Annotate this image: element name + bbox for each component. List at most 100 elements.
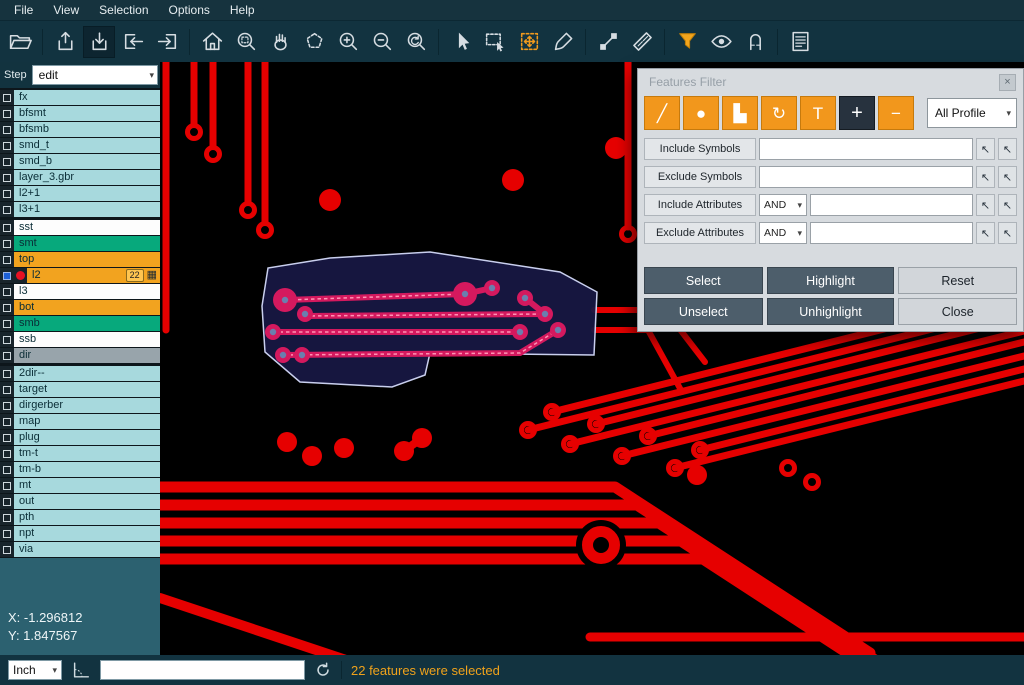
magnet-button[interactable] [739,26,771,58]
file-right-button[interactable] [151,26,183,58]
step-dropdown[interactable]: edit ▾ [32,65,158,85]
close-button[interactable]: Close [898,298,1017,325]
profile-dropdown[interactable]: All Profile▾ [927,98,1017,128]
layer-visibility-checkbox[interactable] [3,546,11,554]
layer-row-sst[interactable]: sst [0,220,160,235]
pick-from-graphics-button[interactable]: ↖ [976,138,995,160]
layer-row-smd_b[interactable]: smd_b [0,154,160,169]
layer-visibility-checkbox[interactable] [3,240,11,248]
layer-visibility-checkbox[interactable] [3,418,11,426]
layer-row-out[interactable]: out [0,494,160,509]
pick-from-graphics-button[interactable]: ↖ [976,194,995,216]
polygon-select-button[interactable] [298,26,330,58]
layer-row-plug[interactable]: plug [0,430,160,445]
pick-add-button[interactable]: ↖ [998,194,1017,216]
layer-row-bfsmt[interactable]: bfsmt [0,106,160,121]
layer-row-target[interactable]: target [0,382,160,397]
layer-row-fx[interactable]: fx [0,90,160,105]
menu-view[interactable]: View [43,0,89,20]
filter-row-label[interactable]: Include Attributes [644,194,756,216]
layer-row-map[interactable]: map [0,414,160,429]
open-folder-button[interactable] [4,26,36,58]
layer-visibility-checkbox[interactable] [3,482,11,490]
pick-from-graphics-button[interactable]: ↖ [976,222,995,244]
menu-file[interactable]: File [4,0,43,20]
layer-row-smt[interactable]: smt [0,236,160,251]
layer-visibility-checkbox[interactable] [3,514,11,522]
cursor-button[interactable] [445,26,477,58]
layer-visibility-checkbox[interactable] [3,288,11,296]
layer-visibility-checkbox[interactable] [3,498,11,506]
layer-visibility-checkbox[interactable] [3,304,11,312]
layer-visibility-checkbox[interactable] [3,402,11,410]
layer-grid-icon[interactable]: ▦ [147,269,157,282]
and-operator-dropdown[interactable]: AND▾ [759,222,807,244]
pick-add-button[interactable]: ↖ [998,138,1017,160]
layer-row-npt[interactable]: npt [0,526,160,541]
layer-row-bfsmb[interactable]: bfsmb [0,122,160,137]
layer-row-tm-b[interactable]: tm-b [0,462,160,477]
layer-row-bot[interactable]: bot [0,300,160,315]
layer-visibility-checkbox[interactable] [3,352,11,360]
layer-row-smb[interactable]: smb [0,316,160,331]
feature-select-button[interactable] [513,26,545,58]
layer-visibility-checkbox[interactable] [3,320,11,328]
menu-selection[interactable]: Selection [89,0,158,20]
eye-button[interactable] [705,26,737,58]
layer-row-2dir--[interactable]: 2dir-- [0,366,160,381]
surface-tool-button[interactable]: ▙ [722,96,758,130]
unselect-button[interactable]: Unselect [644,298,763,325]
remove-filter-button[interactable]: − [878,96,914,130]
layer-row-dirgerber[interactable]: dirgerber [0,398,160,413]
layer-visibility-checkbox[interactable] [3,336,11,344]
layer-row-layer_3.gbr[interactable]: layer_3.gbr [0,170,160,185]
layer-visibility-checkbox[interactable] [3,174,11,182]
highlight-button[interactable]: Highlight [767,267,895,294]
file-left-button[interactable] [117,26,149,58]
file-up-button[interactable] [49,26,81,58]
ruler-button[interactable] [626,26,658,58]
refresh-icon[interactable] [314,661,332,679]
reset-button[interactable]: Reset [898,267,1017,294]
layer-row-smd_t[interactable]: smd_t [0,138,160,153]
and-operator-dropdown[interactable]: AND▾ [759,194,807,216]
filter-row-label[interactable]: Include Symbols [644,138,756,160]
layer-row-l2[interactable]: l222▦ [0,268,160,283]
filter-funnel-button[interactable] [671,26,703,58]
snap-angle-icon[interactable] [71,660,91,680]
dialog-titlebar[interactable]: Features Filter × [643,69,1018,95]
layer-visibility-checkbox[interactable] [3,158,11,166]
paint-brush-button[interactable] [547,26,579,58]
filter-row-label[interactable]: Exclude Attributes [644,222,756,244]
rect-select-button[interactable] [479,26,511,58]
command-input[interactable] [100,660,305,680]
layer-row-l3[interactable]: l3 [0,284,160,299]
layer-visibility-checkbox[interactable] [3,386,11,394]
line-nodes-button[interactable] [592,26,624,58]
layer-row-l3+1[interactable]: l3+1 [0,202,160,217]
add-filter-button[interactable]: + [839,96,875,130]
layer-row-tm-t[interactable]: tm-t [0,446,160,461]
layer-visibility-checkbox[interactable] [3,142,11,150]
menu-help[interactable]: Help [220,0,265,20]
filter-value-input[interactable] [810,194,973,216]
line-tool-button[interactable]: ╱ [644,96,680,130]
pick-add-button[interactable]: ↖ [998,222,1017,244]
layer-visibility-checkbox[interactable] [3,272,11,280]
layer-row-dir[interactable]: dir [0,348,160,363]
pan-hand-button[interactable] [264,26,296,58]
unhighlight-button[interactable]: Unhighlight [767,298,895,325]
menu-options[interactable]: Options [159,0,220,20]
file-down-button[interactable] [83,26,115,58]
home-button[interactable] [196,26,228,58]
filter-row-label[interactable]: Exclude Symbols [644,166,756,188]
layer-visibility-checkbox[interactable] [3,190,11,198]
layer-visibility-checkbox[interactable] [3,434,11,442]
report-button[interactable] [784,26,816,58]
zoom-in-button[interactable] [332,26,364,58]
layer-visibility-checkbox[interactable] [3,110,11,118]
layer-row-via[interactable]: via [0,542,160,557]
select-button[interactable]: Select [644,267,763,294]
zoom-out-button[interactable] [366,26,398,58]
dialog-close-button[interactable]: × [999,74,1016,91]
